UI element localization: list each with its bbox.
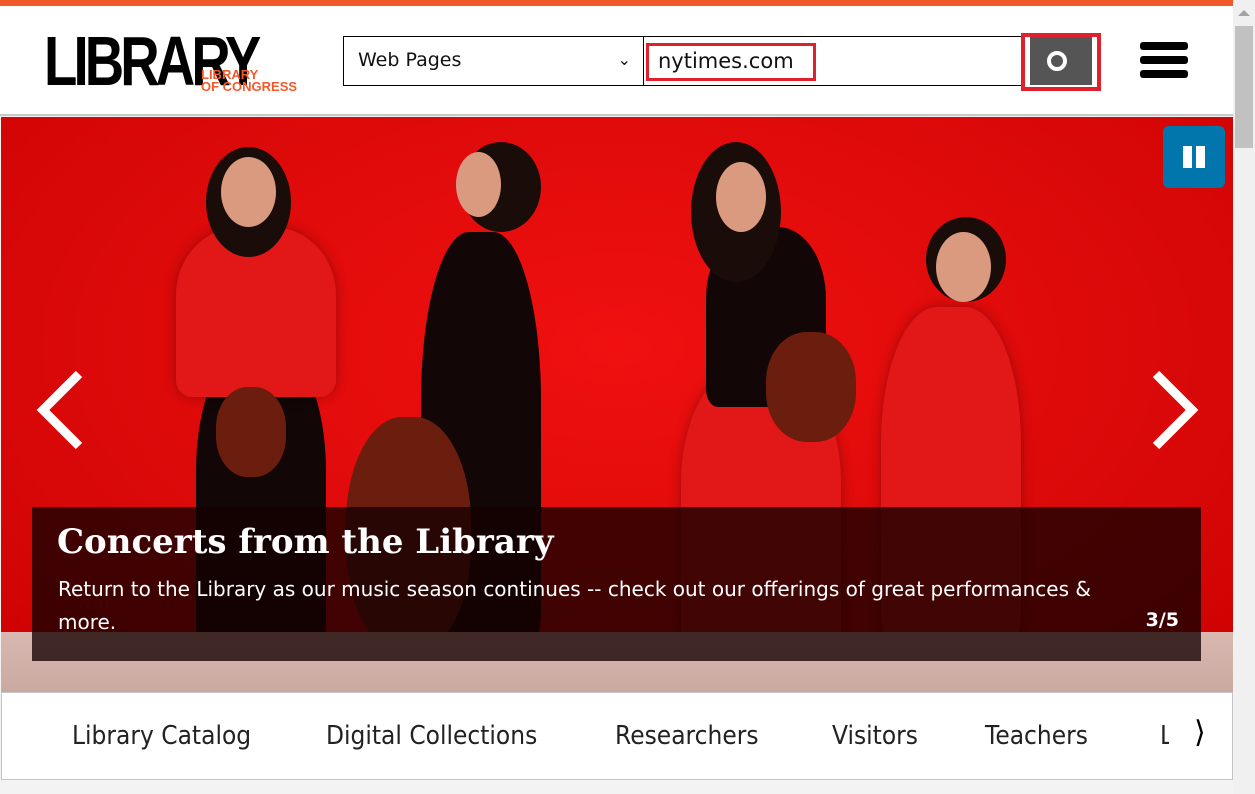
previous-slide-button[interactable] bbox=[35, 368, 85, 452]
nav-next-arrow-icon[interactable]: ⟩ bbox=[1194, 715, 1206, 750]
site-header: LIBRARY LIBRARY OF CONGRESS Web Pages ⌄ ny… bbox=[0, 6, 1233, 116]
hamburger-menu-button[interactable] bbox=[1140, 42, 1188, 84]
carousel-title[interactable]: Concerts from the Library bbox=[57, 522, 554, 562]
nav-more-partial[interactable]: L bbox=[1160, 721, 1169, 751]
slide-counter: 3/5 bbox=[1145, 609, 1179, 631]
search-query-highlight: nytimes.com bbox=[646, 43, 816, 81]
pause-button[interactable] bbox=[1163, 126, 1225, 188]
chevron-down-icon: ⌄ bbox=[617, 50, 631, 69]
logo-sub-2: OF CONGRESS bbox=[201, 79, 298, 94]
scrollbar-thumb[interactable] bbox=[1235, 26, 1253, 148]
search-icon bbox=[1047, 51, 1067, 71]
search-input[interactable]: nytimes.com bbox=[643, 36, 1023, 86]
search-scope-value: Web Pages bbox=[358, 49, 462, 71]
nav-visitors[interactable]: Visitors bbox=[832, 721, 918, 751]
nav-teachers[interactable]: Teachers bbox=[985, 721, 1088, 751]
scroll-up-arrow-icon[interactable] bbox=[1238, 10, 1250, 16]
carousel-caption: Concerts from the Library Return to the … bbox=[32, 507, 1201, 661]
carousel-description: Return to the Library as our music seaso… bbox=[58, 577, 1091, 634]
search-button[interactable] bbox=[1030, 37, 1092, 85]
audience-nav: Library Catalog Digital Collections Rese… bbox=[1, 692, 1233, 780]
nav-researchers[interactable]: Researchers bbox=[615, 721, 759, 751]
vertical-scrollbar[interactable] bbox=[1233, 0, 1255, 794]
nav-digital-collections[interactable]: Digital Collections bbox=[326, 721, 537, 751]
search-scope-select[interactable]: Web Pages ⌄ bbox=[343, 36, 644, 86]
nav-library-catalog[interactable]: Library Catalog bbox=[72, 721, 251, 751]
next-slide-button[interactable] bbox=[1150, 368, 1200, 452]
logo-subtitle: LIBRARY OF CONGRESS bbox=[201, 68, 298, 94]
